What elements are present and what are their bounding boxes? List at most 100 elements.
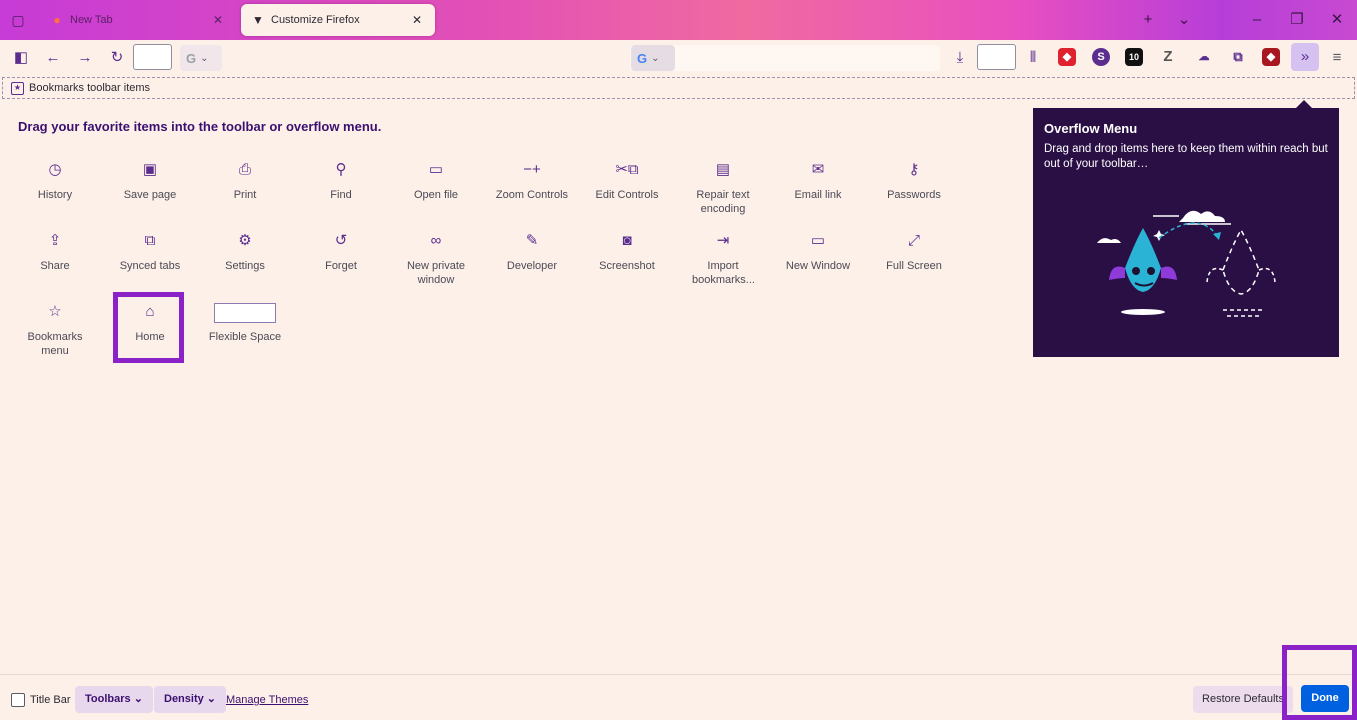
fullscreen-icon: ⤢ — [907, 232, 920, 249]
palette-item-share[interactable]: ⇪ Share — [10, 232, 100, 273]
magnifier-icon: ⚲ — [335, 161, 347, 178]
tab-label: Customize Firefox — [271, 14, 360, 26]
toolbar-space-box[interactable] — [133, 44, 172, 70]
ublock-icon[interactable]: ◆ — [1058, 48, 1076, 66]
bookmarks-menu-icon: ☆ — [48, 303, 62, 320]
customize-footer: Title Bar Toolbars ⌄ Density ⌄ Manage Th… — [0, 674, 1357, 720]
density-dropdown[interactable]: Density ⌄ — [154, 686, 227, 713]
palette-item-flexible-space[interactable]: Flexible Space — [200, 303, 290, 344]
palette-item-find[interactable]: ⚲ Find — [296, 161, 386, 202]
palette-item-settings[interactable]: ⚙ Settings — [200, 232, 290, 273]
text-encoding-icon: ▤ — [715, 161, 731, 178]
density-label: Density — [164, 693, 204, 705]
envelope-icon: ✉ — [811, 161, 825, 178]
title-bar-checkbox[interactable] — [11, 693, 25, 707]
palette-item-email-link[interactable]: ✉ Email link — [773, 161, 863, 202]
overflow-menu-title: Overflow Menu — [1044, 121, 1138, 136]
palette-item-label: Share — [40, 260, 70, 272]
tab-new-tab[interactable]: ● New Tab ✕ — [40, 4, 236, 36]
downloads-icon[interactable]: ⤓ — [948, 46, 972, 70]
palette-item-label: New private window — [406, 260, 466, 286]
palette-item-edit-controls[interactable]: ✂⧉ Edit Controls — [582, 161, 672, 202]
s-extension-icon[interactable]: S — [1092, 48, 1110, 66]
printer-icon: ⎙ — [238, 161, 251, 178]
manage-themes-link[interactable]: Manage Themes — [226, 694, 308, 706]
palette-item-label: Repair text encoding — [696, 189, 750, 215]
toolbars-dropdown[interactable]: Toolbars ⌄ — [75, 686, 153, 713]
minimize-icon[interactable]: – — [1245, 10, 1269, 30]
overflow-chevron-icon[interactable]: » — [1291, 43, 1319, 71]
palette-item-full-screen[interactable]: ⤢ Full Screen — [869, 232, 959, 273]
close-tab-icon[interactable]: ✕ — [409, 13, 425, 27]
firefox-logo-icon: ● — [53, 13, 61, 27]
palette-item-label: Bookmarks menu — [27, 331, 83, 357]
palette-item-developer[interactable]: ✎ Developer — [487, 232, 577, 273]
search-bar[interactable] — [630, 45, 940, 71]
palette-item-label: Save page — [123, 189, 177, 201]
palette-item-forget[interactable]: ↺ Forget — [296, 232, 386, 273]
palette-item-zoom-controls[interactable]: −+ Zoom Controls — [487, 161, 577, 202]
palette-item-bookmarks-menu[interactable]: ☆ Bookmarks menu — [10, 303, 100, 358]
navigation-toolbar: ◧ ← → ↻ G ⌄ G ⌄ ⤓ ⫴ ◆ S 10 Z ☁ ⧉ ◆ » ≡ — [0, 40, 1357, 76]
library-icon[interactable]: ⫴ — [1021, 46, 1045, 70]
url-bar[interactable] — [224, 45, 622, 71]
flexible-space-box — [200, 303, 290, 325]
shield-extension-icon[interactable]: ◆ — [1262, 48, 1280, 66]
palette-item-repair-text-encoding[interactable]: ▤ Repair text encoding — [678, 161, 768, 216]
restore-defaults-button[interactable]: Restore Defaults — [1193, 686, 1293, 713]
done-button[interactable]: Done — [1301, 685, 1349, 712]
zoom-controls-icon: −+ — [523, 161, 541, 178]
palette-item-new-private-window[interactable]: ∞ New private window — [391, 232, 481, 287]
palette-item-label: Synced tabs — [119, 260, 181, 272]
back-icon[interactable]: ← — [41, 46, 65, 70]
puzzle-icon[interactable]: ⧉ — [1229, 48, 1247, 66]
palette-item-passwords[interactable]: ⚷ Passwords — [869, 161, 959, 202]
chevron-down-icon: ⌄ — [130, 693, 143, 705]
title-bar-label: Title Bar — [30, 694, 71, 706]
palette-item-import-bookmarks[interactable]: ⇥ Import bookmarks... — [678, 232, 768, 287]
tab-label: New Tab — [70, 14, 113, 26]
cloud-extension-icon[interactable]: ☁ — [1195, 48, 1213, 66]
google-icon: G — [637, 50, 648, 66]
close-tab-icon[interactable]: ✕ — [210, 13, 226, 27]
tab-overview-icon[interactable]: ▢ — [8, 10, 28, 30]
z-extension-icon[interactable]: Z — [1159, 48, 1177, 66]
tab-strip: ▢ ● New Tab ✕ ▼ Customize Firefox ✕ + ⌄ … — [0, 0, 1357, 40]
overflow-menu-panel[interactable]: Overflow Menu Drag and drop items here t… — [1033, 108, 1339, 357]
tab-customize-firefox[interactable]: ▼ Customize Firefox ✕ — [241, 4, 435, 36]
wrench-icon: ✎ — [525, 232, 539, 249]
toolbar-space-box[interactable] — [977, 44, 1016, 70]
search-bar-engine-selector[interactable]: G ⌄ — [631, 45, 675, 71]
bookmark-star-icon: ★ — [11, 81, 24, 95]
reload-icon[interactable]: ↻ — [105, 46, 129, 70]
restore-window-icon[interactable]: ❐ — [1285, 10, 1309, 30]
palette-item-new-window[interactable]: ▭ New Window — [773, 232, 863, 273]
overflow-menu-description: Drag and drop items here to keep them wi… — [1044, 143, 1328, 170]
forward-icon[interactable]: → — [73, 46, 97, 70]
close-window-icon[interactable]: ✕ — [1325, 10, 1349, 30]
new-tab-plus-icon[interactable]: + — [1136, 10, 1160, 30]
palette-item-screenshot[interactable]: ◙ Screenshot — [582, 232, 672, 273]
palette-item-label: Import bookmarks... — [692, 260, 755, 286]
import-icon: ⇥ — [716, 232, 730, 249]
palette-item-history[interactable]: ◷ History — [10, 161, 100, 202]
list-tabs-chevron-icon[interactable]: ⌄ — [1172, 10, 1196, 30]
palette-item-label: Email link — [794, 189, 842, 201]
10-extension-icon[interactable]: 10 — [1125, 48, 1143, 66]
open-file-icon: ▭ — [428, 161, 444, 178]
search-engine-selector[interactable]: G ⌄ — [180, 45, 222, 71]
hamburger-menu-icon[interactable]: ≡ — [1325, 46, 1349, 70]
palette-item-open-file[interactable]: ▭ Open file — [391, 161, 481, 202]
toolbars-label: Toolbars — [85, 693, 131, 705]
palette-item-synced-tabs[interactable]: ⧉ Synced tabs — [105, 232, 195, 273]
overflow-panel-arrow — [1296, 100, 1312, 108]
palette-item-label: Screenshot — [599, 260, 655, 272]
palette-item-save-page[interactable]: ▣ Save page — [105, 161, 195, 202]
palette-item-label: Edit Controls — [595, 189, 659, 201]
sidebar-icon[interactable]: ◧ — [9, 46, 33, 70]
bookmarks-toolbar[interactable]: ★ Bookmarks toolbar items — [2, 77, 1355, 99]
edit-controls-icon: ✂⧉ — [615, 161, 639, 178]
chevron-down-icon: ⌄ — [203, 693, 217, 705]
palette-item-print[interactable]: ⎙ Print — [200, 161, 290, 202]
save-page-icon: ▣ — [142, 161, 158, 178]
